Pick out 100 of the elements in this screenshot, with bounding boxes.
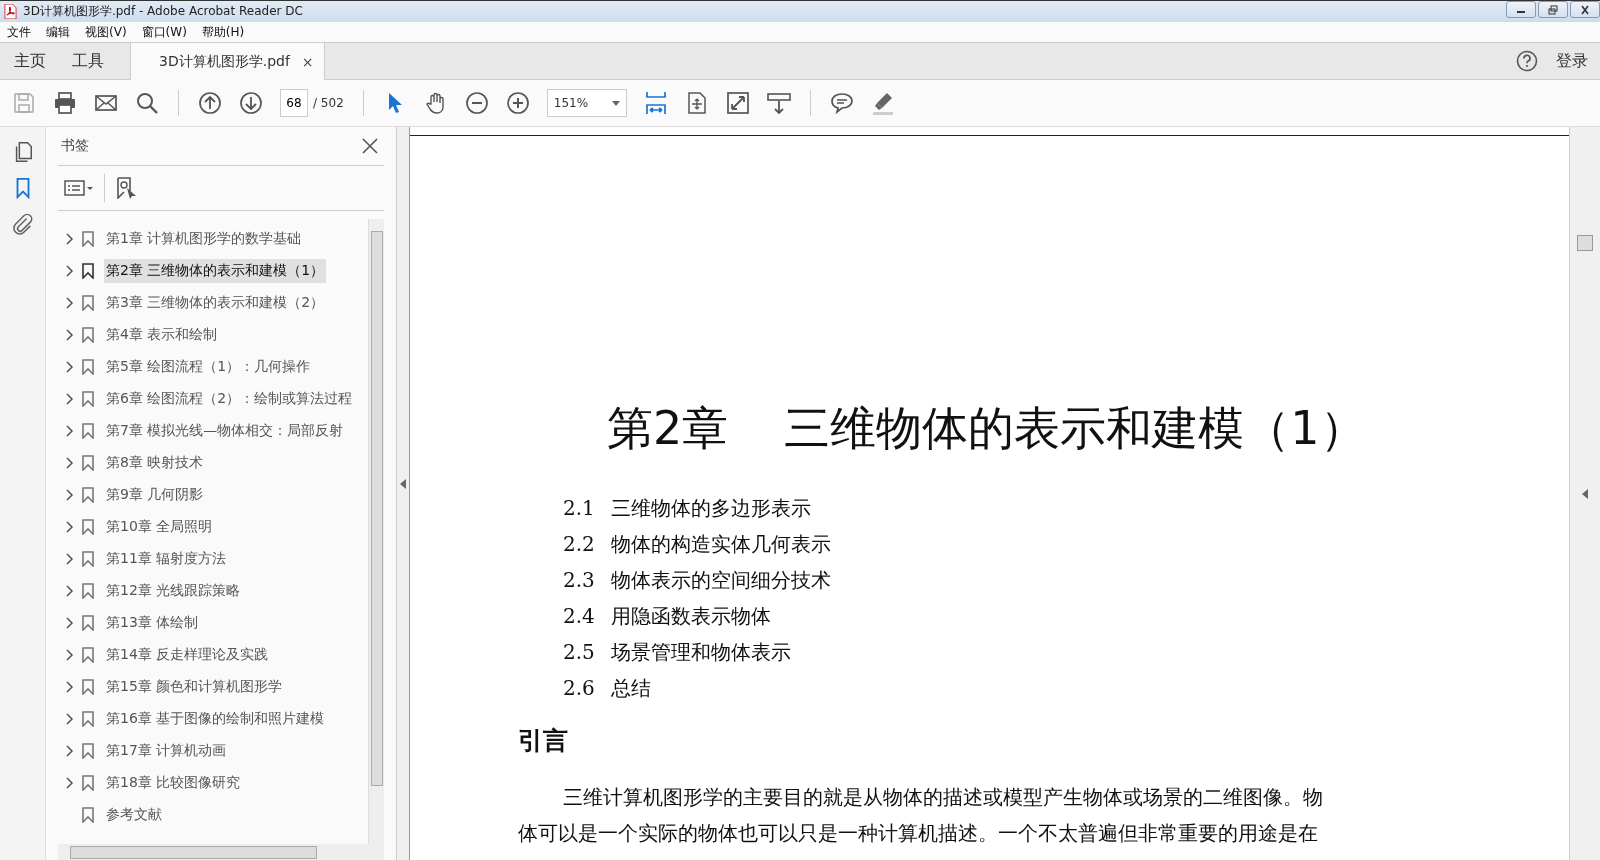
section-title: 物体表示的空间细分技术 bbox=[611, 566, 831, 594]
next-page-icon[interactable] bbox=[239, 91, 263, 115]
bookmark-item[interactable]: 第15章 颜色和计算机图形学 bbox=[104, 675, 285, 699]
expand-icon[interactable] bbox=[66, 617, 74, 629]
section-title: 总结 bbox=[611, 674, 651, 702]
bookmark-item[interactable]: 第13章 体绘制 bbox=[104, 611, 201, 635]
expand-icon[interactable] bbox=[66, 777, 74, 789]
body-paragraph: 三维计算机图形学的主要目的就是从物体的描述或模型产生物体或场景的二维图像。物 体可以是一个实际的物体也可以只是一种计算机描述。一个不太普遍但非常重要的用途是在 bbox=[517, 784, 1324, 847]
bookmark-item[interactable]: 参考文献 bbox=[104, 803, 164, 827]
document-tab[interactable]: 3D计算机图形学.pdf × bbox=[130, 43, 325, 80]
expand-icon[interactable] bbox=[66, 745, 74, 757]
bookmark-item[interactable]: 第17章 计算机动画 bbox=[104, 739, 229, 763]
menu-item[interactable]: 文件 bbox=[7, 23, 31, 41]
options-icon[interactable] bbox=[64, 178, 94, 198]
bookmark-item[interactable]: 第14章 反走样理论及实践 bbox=[104, 643, 271, 667]
paperclip-icon[interactable] bbox=[11, 213, 34, 235]
scrollbar[interactable] bbox=[1569, 127, 1600, 860]
scrollbar[interactable] bbox=[368, 219, 384, 844]
expand-icon[interactable] bbox=[66, 521, 74, 533]
bookmark-icon bbox=[82, 807, 94, 823]
section-number: 2.3 bbox=[563, 568, 595, 592]
bookmark-item[interactable]: 第6章 绘图流程（2）：绘制或算法过程 bbox=[104, 387, 355, 411]
expand-icon[interactable] bbox=[66, 329, 74, 341]
search-icon[interactable] bbox=[135, 91, 159, 115]
bookmark-icon bbox=[82, 487, 94, 503]
section-title: 场景管理和物体表示 bbox=[611, 638, 791, 666]
pdf-file-icon bbox=[4, 4, 17, 19]
highlighter-icon[interactable] bbox=[870, 91, 895, 115]
expand-icon[interactable] bbox=[66, 393, 74, 405]
menu-item[interactable]: 视图(V) bbox=[85, 23, 127, 41]
section-title: 物体的构造实体几何表示 bbox=[611, 530, 831, 558]
menu-item[interactable]: 编辑 bbox=[46, 23, 70, 41]
bookmark-icon bbox=[82, 711, 94, 727]
expand-icon[interactable] bbox=[66, 361, 74, 373]
panel-title: 书签 bbox=[61, 137, 89, 155]
close-icon[interactable] bbox=[362, 138, 378, 154]
bookmark-icon bbox=[82, 551, 94, 567]
bookmark-item[interactable]: 第7章 模拟光线—物体相交：局部反射 bbox=[104, 419, 346, 443]
previous-page-icon[interactable] bbox=[198, 91, 222, 115]
expand-icon[interactable] bbox=[66, 425, 74, 437]
bookmark-item[interactable]: 第3章 三维物体的表示和建模（2） bbox=[104, 291, 327, 315]
bookmark-item[interactable]: 第16章 基于图像的绘制和照片建模 bbox=[104, 707, 327, 731]
nav-tab[interactable]: 工具 bbox=[58, 43, 116, 79]
help-icon[interactable] bbox=[1516, 50, 1538, 72]
expand-icon[interactable] bbox=[66, 297, 74, 309]
expand-icon[interactable] bbox=[66, 489, 74, 501]
read-mode-icon[interactable] bbox=[766, 91, 791, 115]
window-title: 3D计算机图形学.pdf - Adobe Acrobat Reader DC bbox=[23, 3, 304, 20]
comment-icon[interactable] bbox=[829, 91, 854, 115]
expand-icon[interactable] bbox=[66, 265, 74, 277]
expand-icon[interactable] bbox=[66, 649, 74, 661]
expand-arrow-icon[interactable] bbox=[1582, 489, 1588, 499]
menu-item[interactable]: 帮助(H) bbox=[201, 23, 245, 41]
page-number-field[interactable]: 68 bbox=[280, 89, 308, 117]
bookmark-item[interactable]: 第4章 表示和绘制 bbox=[104, 323, 220, 347]
section-number: 2.1 bbox=[563, 496, 595, 520]
zoom-dropdown[interactable]: 151% bbox=[546, 89, 627, 117]
scrollbar[interactable] bbox=[58, 844, 384, 860]
close-tab-button[interactable]: × bbox=[301, 53, 314, 70]
expand-icon[interactable] bbox=[66, 585, 74, 597]
expand-icon[interactable] bbox=[66, 713, 74, 725]
expand-icon[interactable] bbox=[66, 681, 74, 693]
close-button[interactable] bbox=[1570, 1, 1600, 18]
bookmark-item[interactable]: 第18章 比较图像研究 bbox=[104, 771, 243, 795]
close-icon bbox=[1579, 4, 1591, 15]
minimize-button[interactable] bbox=[1506, 1, 1536, 18]
chapter-title: 三维物体的表示和建模（1） bbox=[784, 400, 1366, 457]
chapter-number: 第2章 bbox=[607, 400, 729, 457]
bookmark-icon bbox=[82, 231, 94, 247]
page-total: / 502 bbox=[313, 96, 344, 110]
restore-button[interactable] bbox=[1538, 1, 1568, 18]
bookmark-icon bbox=[82, 583, 94, 599]
bookmark-icon bbox=[82, 455, 94, 471]
nav-tab[interactable]: 主页 bbox=[0, 43, 58, 79]
section-heading: 引言 bbox=[517, 725, 569, 757]
zoom-out-icon[interactable] bbox=[464, 91, 489, 115]
fit-width-icon[interactable] bbox=[643, 91, 668, 115]
bookmark-item[interactable]: 第10章 全局照明 bbox=[104, 515, 215, 539]
expand-icon[interactable] bbox=[66, 457, 74, 469]
menu-item[interactable]: 窗口(W) bbox=[141, 23, 187, 41]
section-number: 2.2 bbox=[563, 532, 595, 556]
bookmark-item[interactable]: 第9章 几何阴影 bbox=[104, 483, 206, 507]
full-screen-icon[interactable] bbox=[725, 91, 750, 115]
find-bookmark-icon[interactable] bbox=[115, 177, 137, 199]
bookmark-item[interactable]: 第5章 绘图流程（1）：几何操作 bbox=[104, 355, 313, 379]
bookmark-icon bbox=[82, 295, 94, 311]
bookmark-icon bbox=[82, 519, 94, 535]
collapse-arrow-icon[interactable] bbox=[400, 478, 406, 489]
bookmark-item[interactable]: 第1章 计算机图形学的数学基础 bbox=[104, 227, 304, 251]
sign-in-link[interactable]: 登录 bbox=[1556, 50, 1588, 72]
expand-icon[interactable] bbox=[66, 553, 74, 565]
scroll-thumb[interactable] bbox=[1577, 235, 1593, 251]
bookmark-item[interactable]: 第12章 光线跟踪策略 bbox=[104, 579, 243, 603]
bookmark-icon bbox=[82, 263, 94, 279]
bookmark-item[interactable]: 第8章 映射技术 bbox=[104, 451, 206, 475]
bookmark-item[interactable]: 第11章 辐射度方法 bbox=[104, 547, 229, 571]
bookmark-item[interactable]: 第2章 三维物体的表示和建模（1） bbox=[104, 259, 327, 283]
print-icon[interactable] bbox=[53, 91, 77, 115]
expand-icon[interactable] bbox=[66, 233, 74, 245]
zoom-in-icon[interactable] bbox=[505, 91, 530, 115]
